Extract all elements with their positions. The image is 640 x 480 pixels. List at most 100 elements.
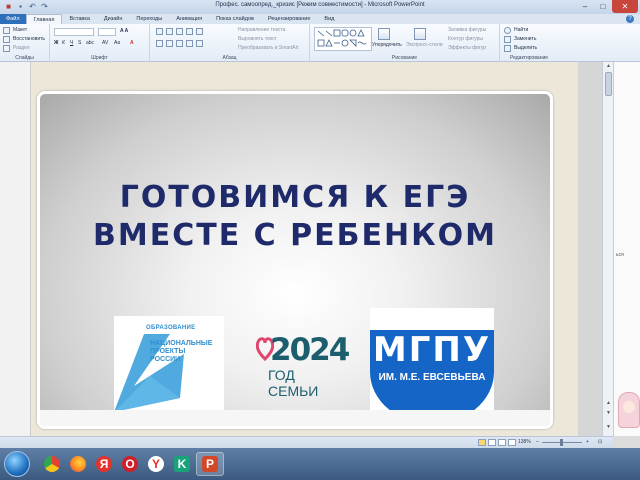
numbering-icon[interactable] xyxy=(166,28,173,35)
shadow-icon[interactable]: abc xyxy=(86,40,94,46)
tab-home[interactable]: Главная xyxy=(25,14,63,24)
slide-headline-line1[interactable]: ГОТОВИМСЯ К ЕГЭ xyxy=(40,180,550,215)
font-size-box[interactable] xyxy=(98,28,116,36)
background-window-fragment[interactable]: ься xyxy=(613,62,640,436)
powerpoint-icon: P xyxy=(202,456,218,472)
scroll-down-page-icon[interactable]: ▼ xyxy=(605,410,612,417)
zoom-slider[interactable] xyxy=(542,439,582,446)
chrome-icon xyxy=(44,456,60,472)
national-projects-logo[interactable]: ОБРАЗОВАНИЕ НАЦИОНАЛЬНЫЕ ПРОЕКТЫ РОССИИ xyxy=(114,316,224,416)
strikethrough-icon[interactable]: S xyxy=(78,40,81,46)
bullets-icon[interactable] xyxy=(156,28,163,35)
select-button[interactable]: Выделить xyxy=(514,45,537,51)
group-font: A A Ж К Ч S abc AV Aa A Шрифт xyxy=(50,24,150,62)
reset-icon xyxy=(3,36,10,43)
bold-icon[interactable]: Ж xyxy=(54,40,59,46)
font-name-box[interactable] xyxy=(54,28,94,36)
tab-file[interactable]: Файл xyxy=(0,14,26,24)
taskbar-chrome[interactable] xyxy=(38,452,66,476)
justify-icon[interactable] xyxy=(186,40,193,47)
scroll-down-icon[interactable]: ▼ xyxy=(605,424,612,431)
smartart-button[interactable]: Преобразовать в SmartArt xyxy=(238,45,299,51)
italic-icon[interactable]: К xyxy=(62,40,65,46)
line-spacing-icon[interactable] xyxy=(196,28,203,35)
arrange-icon xyxy=(378,28,390,40)
font-color-icon[interactable]: A xyxy=(130,40,134,46)
vertical-scrollbar[interactable]: ▲ ▲ ▼ ▼ xyxy=(602,62,613,436)
tab-view[interactable]: Вид xyxy=(317,14,341,24)
normal-view-button[interactable] xyxy=(478,439,486,446)
minimize-button[interactable]: – xyxy=(576,0,594,13)
taskbar-firefox[interactable] xyxy=(64,452,92,476)
text-direction-button[interactable]: Направление текста xyxy=(238,27,285,33)
year-of-family-logo[interactable]: 2024 ГОД СЕМЬИ xyxy=(256,332,350,399)
shape-fill-button[interactable]: Заливка фигуры xyxy=(448,27,486,33)
align-text-button[interactable]: Выровнять текст xyxy=(238,36,277,42)
change-case-icon[interactable]: Aa xyxy=(114,40,120,46)
scroll-up-icon[interactable]: ▲ xyxy=(605,63,612,70)
maximize-button[interactable]: □ xyxy=(594,0,612,13)
tab-transitions[interactable]: Переходы xyxy=(129,14,169,24)
slideshow-view-button[interactable] xyxy=(508,439,516,446)
logo-np-line1: НАЦИОНАЛЬНЫЕ xyxy=(150,340,213,347)
find-button[interactable]: Найти xyxy=(514,27,528,33)
window-title: Профес. самоопред._кризис [Режим совмест… xyxy=(215,2,425,8)
shape-outline-button[interactable]: Контур фигуры xyxy=(448,36,483,42)
start-button[interactable] xyxy=(4,451,30,477)
scroll-up-page-icon[interactable]: ▲ xyxy=(605,400,612,407)
group-label-editing: Редактирование xyxy=(509,55,549,61)
current-slide[interactable]: ГОТОВИМСЯ К ЕГЭ ВМЕСТЕ С РЕБЕНКОМ ОБРАЗО… xyxy=(37,91,553,429)
tab-insert[interactable]: Вставка xyxy=(62,14,96,24)
fit-slide-icon[interactable]: ⊡ xyxy=(598,439,602,445)
group-drawing: Упорядочить Экспресс-стили Заливка фигур… xyxy=(310,24,500,62)
slide-bottom-strip xyxy=(40,410,550,426)
shape-effects-button[interactable]: Эффекты фигур xyxy=(448,45,486,51)
zoom-in-icon[interactable]: + xyxy=(586,439,589,445)
close-button[interactable]: ✕ xyxy=(612,0,638,13)
yandex-browser-icon: Y xyxy=(148,456,164,472)
layout-icon xyxy=(3,27,10,34)
align-right-icon[interactable] xyxy=(176,40,183,47)
decrease-indent-icon[interactable] xyxy=(176,28,183,35)
layout-button[interactable]: Макет xyxy=(13,27,27,33)
tab-design[interactable]: Дизайн xyxy=(97,14,130,24)
slide-sorter-view-button[interactable] xyxy=(488,439,496,446)
reset-button[interactable]: Восстановить xyxy=(13,36,45,42)
ribbon: Макет Восстановить Раздел Слайды A A Ж К… xyxy=(0,24,640,62)
shapes-icon xyxy=(317,29,367,47)
shapes-gallery[interactable] xyxy=(314,27,372,51)
replace-button[interactable]: Заменить xyxy=(514,36,536,42)
grow-font-icon[interactable]: A A xyxy=(120,28,128,34)
taskbar-powerpoint[interactable]: P xyxy=(196,452,224,476)
taskbar-kaspersky[interactable]: K xyxy=(168,452,196,476)
tab-animations[interactable]: Анимация xyxy=(169,14,209,24)
columns-icon[interactable] xyxy=(196,40,203,47)
opera-icon: O xyxy=(122,456,138,472)
zoom-out-icon[interactable]: – xyxy=(536,439,539,445)
quick-styles-button[interactable]: Экспресс-стили xyxy=(406,42,443,48)
slide-headline-line2[interactable]: ВМЕСТЕ С РЕБЕНКОМ xyxy=(40,218,550,253)
select-icon xyxy=(504,45,511,52)
national-projects-emblem xyxy=(114,334,184,412)
slides-panel[interactable] xyxy=(0,62,31,436)
taskbar-yandex[interactable]: Я xyxy=(90,452,118,476)
scrollbar-thumb[interactable] xyxy=(605,72,612,96)
tab-slideshow[interactable]: Показ слайдов xyxy=(209,14,261,24)
section-button[interactable]: Раздел xyxy=(13,45,30,51)
taskbar-yandex-browser[interactable]: Y xyxy=(142,452,170,476)
char-spacing-icon[interactable]: AV xyxy=(102,40,108,46)
taskbar-opera[interactable]: O xyxy=(116,452,144,476)
arrange-button[interactable]: Упорядочить xyxy=(372,42,402,48)
zoom-level[interactable]: 138% xyxy=(518,439,531,445)
underline-icon[interactable]: Ч xyxy=(70,40,73,46)
logo-np-line3: РОССИИ xyxy=(150,356,181,363)
align-center-icon[interactable] xyxy=(166,40,173,47)
mgpu-logo[interactable]: МГПУ ИМ. М.Е. ЕВСЕВЬЕВА xyxy=(370,308,494,424)
align-left-icon[interactable] xyxy=(156,40,163,47)
help-icon[interactable]: ? xyxy=(626,15,634,23)
ribbon-tabs: Файл Главная Вставка Дизайн Переходы Ани… xyxy=(0,14,640,24)
tab-review[interactable]: Рецензирование xyxy=(261,14,317,24)
reading-view-button[interactable] xyxy=(498,439,506,446)
increase-indent-icon[interactable] xyxy=(186,28,193,35)
group-label-slides: Слайды xyxy=(15,55,34,61)
